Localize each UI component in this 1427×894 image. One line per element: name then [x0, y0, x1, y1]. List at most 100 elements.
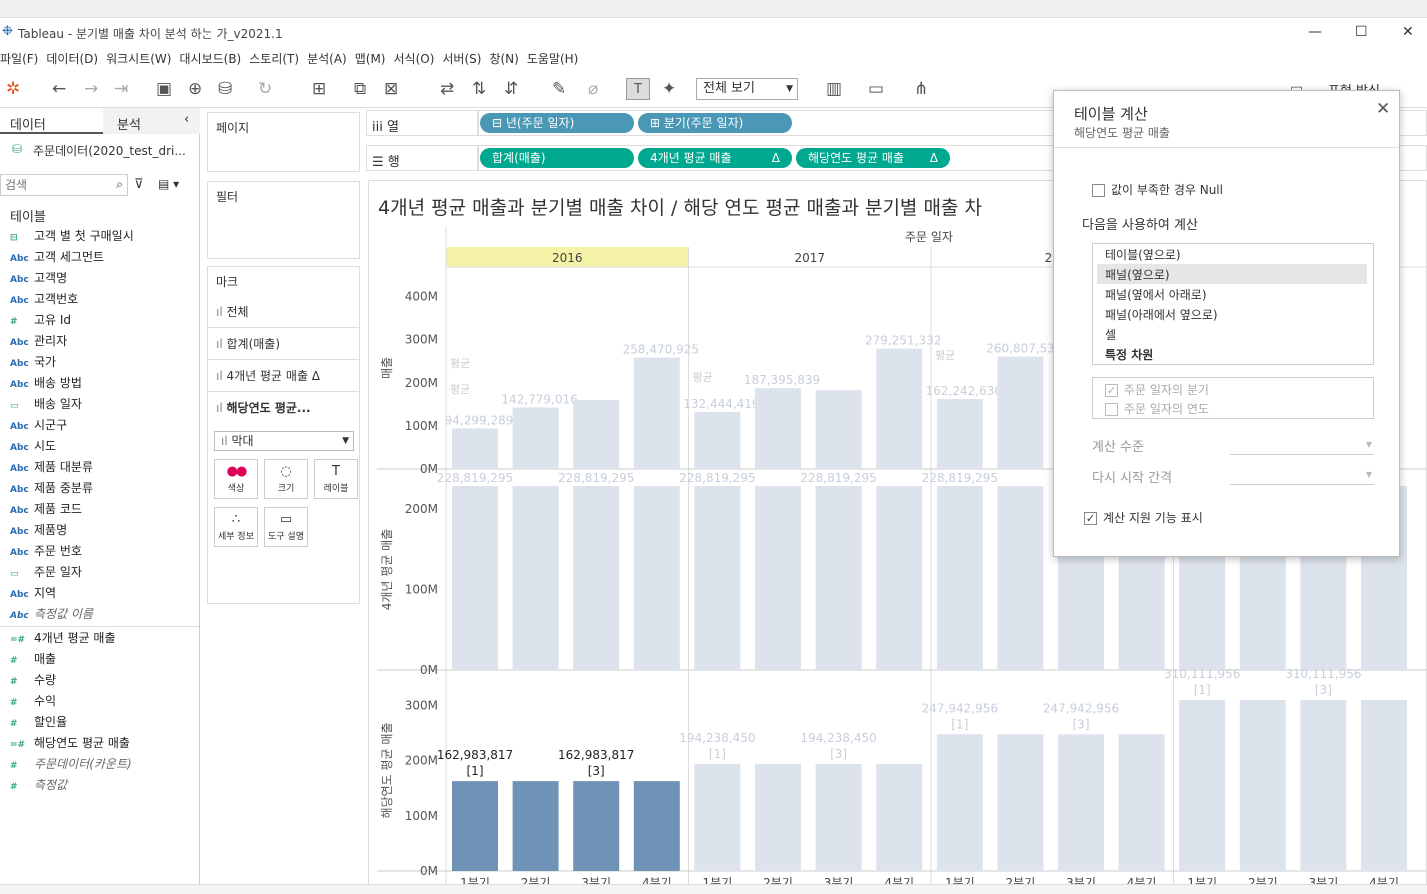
sort-desc-icon[interactable]: ⇵	[504, 78, 518, 100]
marks-year-avg[interactable]: ıl 해당연도 평균...	[216, 399, 311, 416]
marks-4yr-avg[interactable]: ıl 4개년 평균 매출 Δ	[216, 367, 320, 384]
option-specific-dimensions[interactable]: 특정 차원	[1105, 346, 1153, 363]
menu-data[interactable]: 데이터(D)	[46, 48, 106, 70]
new-datasource-icon[interactable]: ⊕	[188, 78, 202, 100]
menu-dashboard[interactable]: 대시보드(B)	[179, 48, 249, 70]
dimension-field[interactable]: Abc 제품 코드	[10, 499, 82, 519]
marks-all[interactable]: ıl 전체	[216, 303, 249, 320]
tab-data[interactable]: 데이터	[0, 108, 103, 134]
pause-updates-icon[interactable]: ⛁	[218, 78, 232, 100]
measure-field[interactable]: # 매출	[10, 649, 56, 669]
menu-window[interactable]: 창(N)	[489, 48, 526, 70]
menu-help[interactable]: 도움말(H)	[527, 48, 587, 70]
menu-analysis[interactable]: 분석(A)	[307, 48, 355, 70]
show-assist-checkbox[interactable]: ✓	[1084, 512, 1097, 525]
dimension-field[interactable]: Abc 관리자	[10, 331, 67, 351]
option-pane-across-down[interactable]: 패널(옆에서 아래로)	[1105, 286, 1207, 303]
view-size-select[interactable]: 전체 보기 ▼	[696, 78, 798, 100]
dimension-field[interactable]: Abc 시군구	[10, 415, 67, 435]
null-checkbox[interactable]	[1092, 184, 1105, 197]
menu-map[interactable]: 맵(M)	[355, 48, 394, 70]
dimension-field[interactable]: ▭ 주문 일자	[10, 562, 82, 582]
dimension-field[interactable]: Abc 지역	[10, 583, 56, 603]
measure-field[interactable]: # 수익	[10, 691, 56, 711]
menu-file[interactable]: 파일(F)	[0, 48, 46, 70]
null-option[interactable]: 값이 부족한 경우 Null	[1092, 181, 1223, 198]
highlight-icon[interactable]: ✎	[552, 78, 566, 100]
menu-server[interactable]: 서버(S)	[442, 48, 489, 70]
measure-field[interactable]: # 수량	[10, 670, 56, 690]
option-table-across[interactable]: 테이블(옆으로)	[1105, 246, 1181, 263]
dimension-field[interactable]: Abc 측정값 이름	[10, 604, 93, 624]
detail-button[interactable]: ∴ 세부 정보	[214, 507, 258, 547]
dimension-field[interactable]: Abc 배송 방법	[10, 373, 82, 393]
compute-using-list[interactable]: 테이블(옆으로) 패널(옆으로) 패널(옆에서 아래로) 패널(아래에서 옆으로…	[1092, 243, 1374, 365]
filters-card[interactable]: 필터	[207, 181, 360, 259]
measure-field[interactable]: # 측정값	[10, 775, 67, 795]
menu-worksheet[interactable]: 워크시트(W)	[106, 48, 179, 70]
swap-axes-icon[interactable]: ⇄	[440, 78, 454, 100]
close-icon[interactable]: ✕	[1376, 99, 1390, 119]
clear-sheet-icon[interactable]: ⊠	[384, 78, 398, 100]
close-window-button[interactable]: ✕	[1402, 24, 1414, 40]
collapse-pane-icon[interactable]: ‹	[184, 112, 189, 127]
measure-field[interactable]: # 할인율	[10, 712, 67, 732]
color-button[interactable]: ●● 색상	[214, 459, 258, 499]
view-options-icon[interactable]: ▤ ▾	[158, 177, 179, 191]
save-icon[interactable]: ▣	[156, 78, 172, 100]
new-worksheet-icon[interactable]: ⊞	[312, 78, 326, 100]
replay-icon[interactable]: ⇥	[114, 78, 128, 100]
dimension-field[interactable]: Abc 제품 대분류	[10, 457, 93, 477]
option-pane-across[interactable]: 패널(옆으로)	[1105, 266, 1170, 283]
dimension-field[interactable]: Abc 국가	[10, 352, 56, 372]
presentation-icon[interactable]: ▭	[868, 78, 884, 100]
pill-year-order-date[interactable]: ⊟ 년(주문 일자)	[480, 113, 634, 133]
label-button[interactable]: T 레이블	[314, 459, 358, 499]
measure-field[interactable]: =# 4개년 평균 매출	[10, 628, 116, 648]
option-cell[interactable]: 셀	[1105, 326, 1116, 343]
search-input[interactable]	[5, 176, 105, 194]
fix-axes-icon[interactable]: ✦	[662, 78, 676, 100]
pill-4yr-avg[interactable]: 4개년 평균 매출 Δ	[638, 148, 792, 168]
share-icon[interactable]: ⋔	[914, 78, 928, 100]
mark-type-select[interactable]: ıl 막대 ▼	[214, 431, 354, 451]
show-labels-icon[interactable]: T	[626, 78, 650, 100]
duplicate-sheet-icon[interactable]: ⧉	[354, 78, 366, 100]
dimension-field[interactable]: Abc 고객번호	[10, 289, 78, 309]
dimension-field[interactable]: ▭ 배송 일자	[10, 394, 82, 414]
marks-sum-sales[interactable]: ıl 합계(매출)	[216, 335, 280, 352]
cards-toggle-icon[interactable]: ▥	[826, 78, 842, 100]
tableau-home-icon[interactable]: ✲	[6, 78, 20, 100]
menu-format[interactable]: 서식(O)	[394, 48, 443, 70]
dimension-field[interactable]: Abc 주문 번호	[10, 541, 82, 561]
search-field[interactable]: ⌕	[0, 174, 128, 196]
minimize-button[interactable]: —	[1308, 24, 1322, 40]
dimension-field[interactable]: # 고유 Id	[10, 310, 71, 330]
sort-asc-icon[interactable]: ⇅	[472, 78, 486, 100]
pages-card[interactable]: 페이지	[207, 112, 360, 172]
show-assist-option[interactable]: ✓ 계산 지원 기능 표시	[1084, 509, 1203, 526]
measure-field[interactable]: # 주문데이터(카운트)	[10, 754, 132, 774]
dimension-field[interactable]: Abc 고객 세그먼트	[10, 247, 104, 267]
measure-field[interactable]: =# 해당연도 평균 매출	[10, 733, 130, 753]
dimension-field[interactable]: ⊟ 고객 별 첫 구매일시	[10, 226, 134, 246]
group-icon[interactable]: ⌀	[588, 78, 598, 100]
pill-quarter-order-date[interactable]: ⊞ 분기(주문 일자)	[638, 113, 792, 133]
menu-story[interactable]: 스토리(T)	[249, 48, 307, 70]
datasource-name[interactable]: 주문데이터(2020_test_dri...	[33, 142, 186, 159]
pill-year-avg[interactable]: 해당연도 평균 매출 Δ	[796, 148, 950, 168]
dimension-field[interactable]: Abc 제품 중분류	[10, 478, 93, 498]
size-button[interactable]: ◌ 크기	[264, 459, 308, 499]
refresh-icon[interactable]: ↻	[258, 78, 272, 100]
null-option-label: 값이 부족한 경우 Null	[1111, 183, 1223, 197]
dimension-field[interactable]: Abc 제품명	[10, 520, 67, 540]
filter-icon[interactable]: ⊽	[134, 177, 144, 192]
maximize-button[interactable]: ☐	[1355, 24, 1368, 40]
dimension-field[interactable]: Abc 고객명	[10, 268, 67, 288]
dimension-field[interactable]: Abc 시도	[10, 436, 56, 456]
pill-sum-sales[interactable]: 합계(매출)	[480, 148, 634, 168]
tooltip-button[interactable]: ▭ 도구 설명	[264, 507, 308, 547]
undo-icon[interactable]: ←	[52, 78, 66, 100]
option-pane-down-across[interactable]: 패널(아래에서 옆으로)	[1105, 306, 1218, 323]
redo-icon[interactable]: →	[84, 78, 98, 100]
